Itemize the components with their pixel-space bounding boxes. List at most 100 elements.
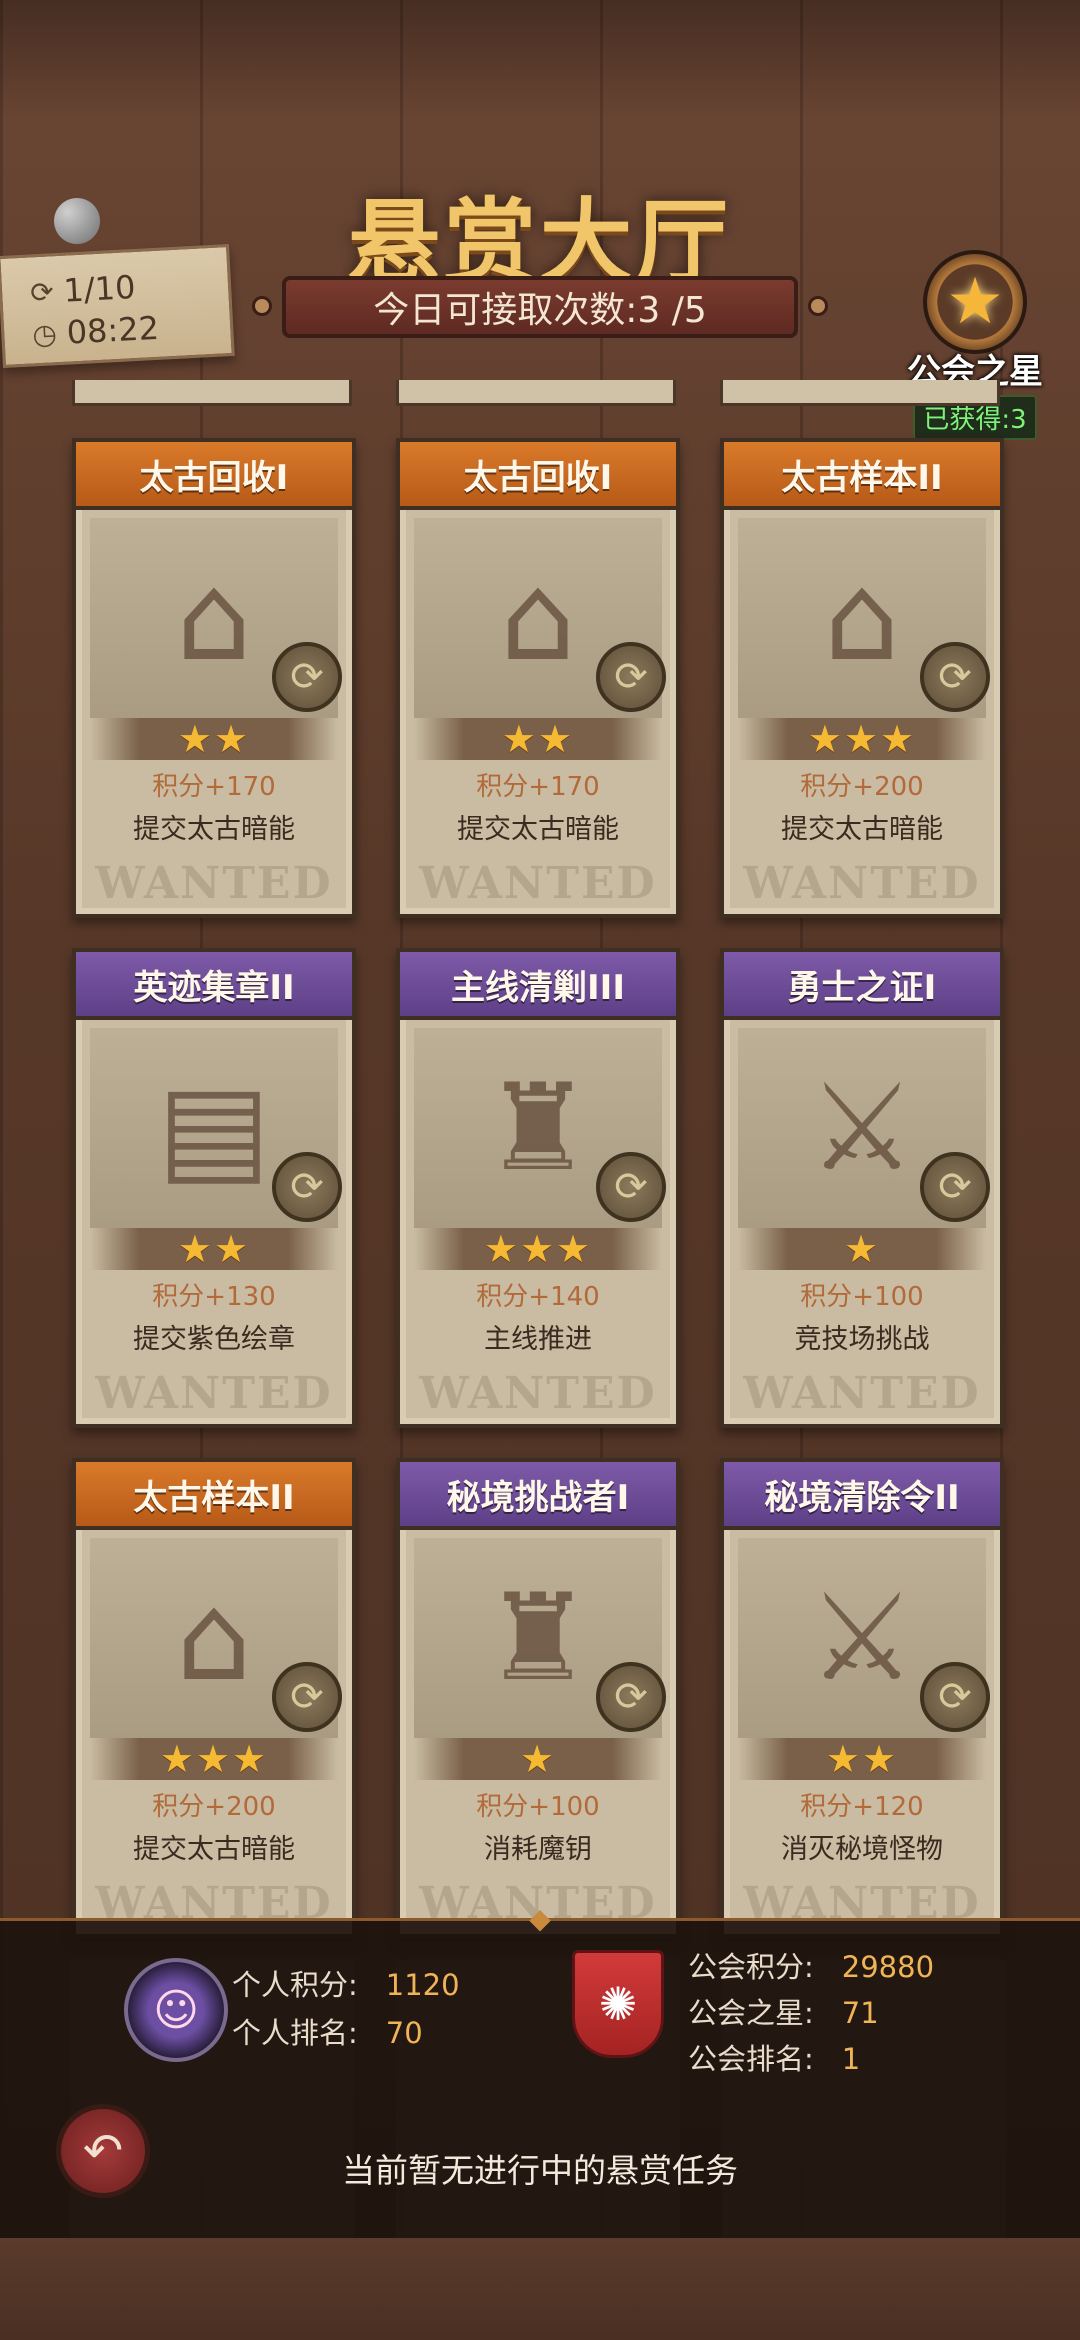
chest-stall-icon: ⌂ <box>175 1568 253 1708</box>
bounty-card-desc: 提交太古暗能 <box>133 1834 295 1865</box>
guild-banner-icon[interactable]: ✺ <box>572 1950 664 2058</box>
bounty-card-art: ⌂ ⟳ <box>738 518 990 718</box>
ribbon-end-left <box>252 296 272 316</box>
bounty-card-score: 积分+100 <box>476 1792 600 1822</box>
bounty-card-desc: 提交太古暗能 <box>781 814 943 845</box>
bounty-card-art: ♜ ⟳ <box>414 1028 666 1228</box>
bounty-card[interactable]: 太古回收I ⌂ ⟳ ★★ 积分+170 提交太古暗能 WANTED <box>396 438 680 918</box>
personal-rank-value: 70 <box>385 2016 423 2050</box>
wanted-stamp: WANTED <box>95 1368 333 1419</box>
personal-score-value: 1120 <box>385 1968 460 2002</box>
card-stub <box>720 380 1000 406</box>
bounty-card-title: 秘境挑战者I <box>400 1462 676 1530</box>
refresh-timer: 08:22 <box>65 308 160 352</box>
bounty-card[interactable]: 英迹集章II ▤ ⟳ ★★ 积分+130 提交紫色绘章 WANTED <box>72 948 356 1428</box>
bounty-card[interactable]: 太古回收I ⌂ ⟳ ★★ 积分+170 提交太古暗能 WANTED <box>72 438 356 918</box>
bounty-card-art: ⚔ ⟳ <box>738 1028 990 1228</box>
crossed-swords-icon: ⚔ <box>808 1058 916 1198</box>
clock-icon: ◷ <box>31 316 58 351</box>
daily-attempts-text: 今日可接取次数:3 /5 <box>373 290 707 331</box>
bounty-card-stars: ★★★ <box>90 1737 338 1781</box>
bounty-card-desc: 提交紫色绘章 <box>133 1324 295 1355</box>
card-refresh-button[interactable]: ⟳ <box>920 642 990 712</box>
guild-score-label: 公会积分: <box>688 1950 814 1984</box>
personal-score-label: 个人积分: <box>232 1968 358 2002</box>
personal-score-row: 个人积分: 1120 <box>232 1962 460 2004</box>
card-refresh-button[interactable]: ⟳ <box>920 1152 990 1222</box>
bounty-card-stars: ★★★ <box>738 717 986 761</box>
bounty-card-desc: 消耗魔钥 <box>484 1834 592 1865</box>
bounty-card-title: 英迹集章II <box>76 952 352 1020</box>
bounty-card-title: 秘境清除令II <box>724 1462 1000 1530</box>
bounty-card-score: 积分+200 <box>152 1792 276 1822</box>
bounty-card-score: 积分+170 <box>476 772 600 802</box>
wanted-stamp: WANTED <box>419 1368 657 1419</box>
chest-stall-icon: ⌂ <box>823 548 901 688</box>
guild-score-row: 公会积分: 29880 <box>688 1944 934 1986</box>
chest-stall-icon: ⌂ <box>175 548 253 688</box>
bounty-card-stars: ★★ <box>738 1737 986 1781</box>
guild-star-button[interactable]: ★ 公会之星 已获得:3 <box>900 250 1050 440</box>
daily-attempts-banner: 今日可接取次数:3 /5 <box>252 276 828 338</box>
guild-star-row: 公会之星: 71 <box>688 1990 879 2032</box>
bounty-card-stars: ★★ <box>90 717 338 761</box>
bounty-card-desc: 提交太古暗能 <box>133 814 295 845</box>
bounty-card-title: 太古回收I <box>76 442 352 510</box>
bounty-card-title: 太古样本II <box>76 1462 352 1530</box>
bounty-card-art: ⌂ ⟳ <box>90 1538 342 1738</box>
bounty-card-score: 积分+140 <box>476 1282 600 1312</box>
card-stub <box>396 380 676 406</box>
card-refresh-button[interactable]: ⟳ <box>272 1662 342 1732</box>
player-avatar[interactable]: ☺ <box>124 1958 228 2062</box>
card-refresh-button[interactable]: ⟳ <box>596 642 666 712</box>
wanted-stamp: WANTED <box>419 858 657 909</box>
empty-task-message: 当前暂无进行中的悬赏任务 <box>342 2151 738 2190</box>
card-stub <box>72 380 352 406</box>
chest-stall-icon: ⌂ <box>499 548 577 688</box>
bounty-card-title: 太古样本II <box>724 442 1000 510</box>
wanted-stamp: WANTED <box>743 858 981 909</box>
bounty-card-art: ♜ ⟳ <box>414 1538 666 1738</box>
bounty-card-desc: 主线推进 <box>484 1324 592 1355</box>
bounty-card[interactable]: 主线清剿III ♜ ⟳ ★★★ 积分+140 主线推进 WANTED <box>396 948 680 1428</box>
guild-star-count-label: 公会之星: <box>688 1996 814 2030</box>
bounty-card-desc: 竞技场挑战 <box>794 1324 930 1355</box>
bounty-card[interactable]: 秘境清除令II ⚔ ⟳ ★★ 积分+120 消灭秘境怪物 WANTED <box>720 1458 1004 1938</box>
guild-star-count-value: 71 <box>841 1996 879 2030</box>
card-refresh-button[interactable]: ⟳ <box>920 1662 990 1732</box>
bounty-card-title: 主线清剿III <box>400 952 676 1020</box>
wood-background <box>0 0 1080 120</box>
bounty-card[interactable]: 太古样本II ⌂ ⟳ ★★★ 积分+200 提交太古暗能 WANTED <box>720 438 1004 918</box>
bounty-card[interactable]: 勇士之证I ⚔ ⟳ ★ 积分+100 竞技场挑战 WANTED <box>720 948 1004 1428</box>
bounty-card-art: ⌂ ⟳ <box>414 518 666 718</box>
divider-ornament-icon: ◆ <box>529 1902 551 1935</box>
guild-star-icon: ★ <box>923 250 1027 354</box>
card-refresh-button[interactable]: ⟳ <box>272 1152 342 1222</box>
card-refresh-button[interactable]: ⟳ <box>596 1152 666 1222</box>
bounty-card-stars: ★★ <box>414 717 662 761</box>
guild-rank-row: 公会排名: 1 <box>688 2036 860 2078</box>
card-refresh-button[interactable]: ⟳ <box>272 642 342 712</box>
bounty-card-score: 积分+120 <box>800 1792 924 1822</box>
guild-rank-label: 公会排名: <box>688 2042 814 2076</box>
bounty-card-art: ⌂ ⟳ <box>90 518 342 718</box>
bounty-card[interactable]: 秘境挑战者I ♜ ⟳ ★ 积分+100 消耗魔钥 WANTED <box>396 1458 680 1938</box>
bounty-card-score: 积分+130 <box>152 1282 276 1312</box>
guild-rank-value: 1 <box>841 2042 861 2076</box>
bounty-card-stars: ★★★ <box>414 1227 662 1271</box>
personal-rank-row: 个人排名: 70 <box>232 2010 423 2052</box>
bounty-card-desc: 提交太古暗能 <box>457 814 619 845</box>
bounty-card-stars: ★ <box>738 1227 986 1271</box>
bounty-card[interactable]: 太古样本II ⌂ ⟳ ★★★ 积分+200 提交太古暗能 WANTED <box>72 1458 356 1938</box>
bounty-card-stars: ★ <box>414 1737 662 1781</box>
altar-icon: ♜ <box>484 1568 592 1708</box>
card-refresh-button[interactable]: ⟳ <box>596 1662 666 1732</box>
bounty-card-score: 积分+170 <box>152 772 276 802</box>
bounty-card-score: 积分+100 <box>800 1282 924 1312</box>
altar-icon: ♜ <box>484 1058 592 1198</box>
guild-score-value: 29880 <box>841 1950 935 1984</box>
bounty-card-title: 勇士之证I <box>724 952 1000 1020</box>
bounty-card-art: ⚔ ⟳ <box>738 1538 990 1738</box>
wanted-stamp: WANTED <box>743 1368 981 1419</box>
map-stall-icon: ▤ <box>157 1058 271 1198</box>
